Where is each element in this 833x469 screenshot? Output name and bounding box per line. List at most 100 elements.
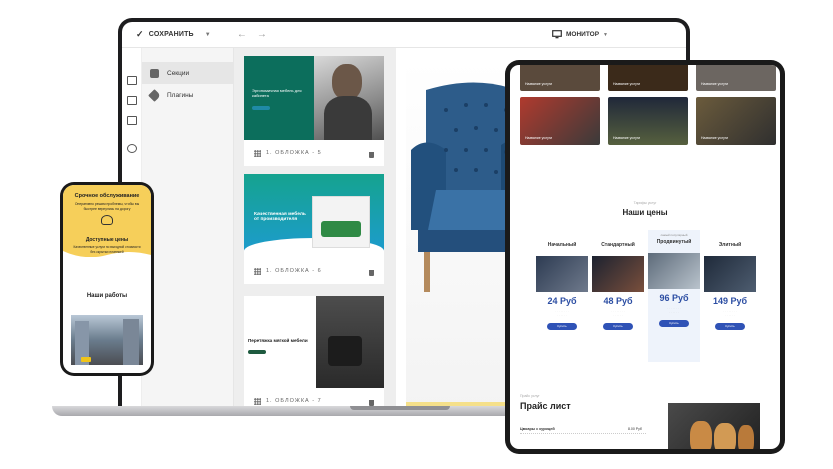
monitor-icon — [552, 30, 562, 39]
tile-caption: Название услуги — [613, 136, 641, 140]
chevron-down-icon[interactable]: ▼ — [205, 32, 211, 38]
section-thumbnails: Эргономичная мебель для кабинета 1. ОБЛО… — [234, 48, 396, 410]
section-preview: Эргономичная мебель для кабинета — [244, 56, 384, 140]
pricelist-kicker: Прайс услуг — [520, 394, 540, 398]
preview-title: Перетяжка мягкой мебели — [248, 338, 308, 343]
card-label: 1. ОБЛОЖКА - 6 — [244, 258, 384, 284]
undo-icon[interactable]: ← — [237, 29, 247, 40]
laptop-notch — [350, 406, 450, 410]
tag-icon — [148, 88, 161, 102]
card-label: 1. ОБЛОЖКА - 5 — [244, 140, 384, 166]
pricelist-heading: Прайс лист — [520, 401, 571, 411]
redo-icon[interactable]: → — [257, 29, 267, 40]
plan-name: Стандартный — [601, 242, 635, 248]
stage: ✓ СОХРАНИТЬ ▼ ← → МОНИТОР ▼ Секции Плаги… — [0, 0, 833, 469]
pricelist-price: 8.00 Руб — [628, 427, 642, 431]
history-controls: ← → — [237, 29, 267, 40]
plan-image — [592, 256, 644, 292]
phone-prices-text: Качественные услуги по выгодной стоимост… — [73, 245, 141, 254]
pages-icon[interactable] — [127, 116, 137, 125]
service-tile[interactable]: Название услуги — [696, 65, 776, 91]
preview-title: Качественная мебель от производителя — [254, 212, 306, 222]
plan-buy-button[interactable]: Купить — [659, 320, 689, 327]
price-card: Элитный 149 Руб · · · · · · · · · · · · ·… — [704, 238, 756, 360]
add-section-icon[interactable] — [127, 96, 137, 105]
service-tile[interactable]: Название услуги — [520, 65, 600, 91]
save-label: СОХРАНИТЬ — [148, 31, 194, 38]
city-image — [71, 315, 143, 365]
trash-icon[interactable] — [369, 152, 374, 158]
wrench-icon — [101, 215, 113, 225]
tile-caption: Название услуги — [525, 82, 553, 86]
tablet-screen: Название услуги Название услуги Название… — [510, 65, 780, 449]
eye-icon[interactable] — [127, 144, 137, 153]
plan-image — [536, 256, 588, 292]
sidebar-item-label: Плагины — [167, 91, 194, 99]
save-button[interactable]: ✓ СОХРАНИТЬ ▼ — [136, 29, 211, 40]
editor-toolbar: ✓ СОХРАНИТЬ ▼ ← → МОНИТОР ▼ — [122, 22, 686, 48]
price-card: Начальный 24 Руб · · · · · · · · · · · · … — [536, 238, 588, 360]
plan-price: 96 Руб — [659, 293, 689, 303]
sidebar-item-plugins[interactable]: Плагины — [142, 84, 233, 106]
section-preview: Качественная мебель от производителя — [244, 174, 384, 258]
plan-description: · · · · · · · · · · · · · · — [555, 309, 569, 317]
service-tile[interactable]: Название услуги — [608, 97, 688, 145]
price-card: Стандартный 48 Руб · · · · · · · · · · · … — [592, 238, 644, 360]
pricelist-divider — [520, 433, 646, 435]
preview-title: Эргономичная мебель для кабинета — [252, 88, 302, 98]
tile-caption: Название услуги — [525, 136, 553, 140]
plan-price: 149 Руб — [712, 296, 748, 306]
drag-handle-icon[interactable] — [254, 149, 261, 157]
section-card[interactable]: Перетяжка мягкой мебели 1. ОБЛОЖКА - 7 — [244, 296, 384, 410]
sidebar: Секции Плагины — [142, 48, 234, 410]
phone-screen: Срочное обслуживание Оперативно решим пр… — [63, 185, 151, 373]
drag-handle-icon[interactable] — [254, 267, 261, 275]
plan-name: Начальный — [547, 242, 577, 248]
section-card[interactable]: Качественная мебель от производителя 1. … — [244, 174, 384, 284]
plan-buy-button[interactable]: Купить — [603, 323, 633, 330]
card-title: 1. ОБЛОЖКА - 7 — [266, 398, 322, 404]
check-icon: ✓ — [136, 29, 144, 39]
tablet-frame: Название услуги Название услуги Название… — [505, 60, 785, 454]
section-preview: Перетяжка мягкой мебели — [244, 296, 384, 388]
drag-handle-icon[interactable] — [254, 397, 261, 405]
tile-caption: Название услуги — [701, 82, 729, 86]
plan-price: 24 Руб — [547, 296, 577, 306]
puzzle-icon — [150, 68, 159, 78]
plan-image — [648, 253, 700, 289]
tile-caption: Название услуги — [613, 82, 641, 86]
price-card-featured: самый популярный Продвинутый 96 Руб · · … — [648, 230, 700, 362]
plan-buy-button[interactable]: Купить — [547, 323, 577, 330]
pricelist-item: Цвоары с курицей — [520, 427, 555, 431]
tile-caption: Название услуги — [701, 136, 729, 140]
room-image — [316, 296, 384, 388]
prices-heading: Наши цены — [622, 208, 668, 217]
phone-heading-prices: Доступные цены — [85, 237, 129, 243]
plan-name: Продвинутый — [656, 239, 692, 245]
plan-description: · · · · · · · · · · · · · · — [723, 309, 737, 317]
service-tile[interactable]: Название услуги — [696, 97, 776, 145]
phone-heading-works: Наши работы — [86, 293, 128, 299]
bread-image — [668, 403, 760, 449]
device-select[interactable]: МОНИТОР ▼ — [552, 30, 608, 39]
card-title: 1. ОБЛОЖКА - 6 — [266, 268, 322, 274]
layout-icon[interactable] — [127, 76, 137, 85]
plan-price: 48 Руб — [603, 296, 633, 306]
popular-badge: самый популярный — [660, 233, 688, 237]
phone-heading-service: Срочное обслуживание — [74, 193, 140, 199]
plan-image — [704, 256, 756, 292]
sofa-image — [312, 196, 370, 248]
service-tile[interactable]: Название услуги — [608, 65, 688, 91]
card-title: 1. ОБЛОЖКА - 5 — [266, 150, 322, 156]
sidebar-item-sections[interactable]: Секции — [142, 62, 233, 84]
prices-kicker: Тарифы услуг — [633, 201, 657, 205]
chevron-down-icon: ▼ — [603, 31, 608, 38]
plan-name: Элитный — [718, 242, 742, 248]
plan-buy-button[interactable]: Купить — [715, 323, 745, 330]
section-card[interactable]: Эргономичная мебель для кабинета 1. ОБЛО… — [244, 56, 384, 166]
trash-icon[interactable] — [369, 270, 374, 276]
phone-frame: Срочное обслуживание Оперативно решим пр… — [60, 182, 154, 376]
plan-description: · · · · · · · · · · · · · · — [611, 309, 625, 317]
service-tile[interactable]: Название услуги — [520, 97, 600, 145]
plan-description: · · · · · · · · · · · · · · — [667, 306, 681, 314]
